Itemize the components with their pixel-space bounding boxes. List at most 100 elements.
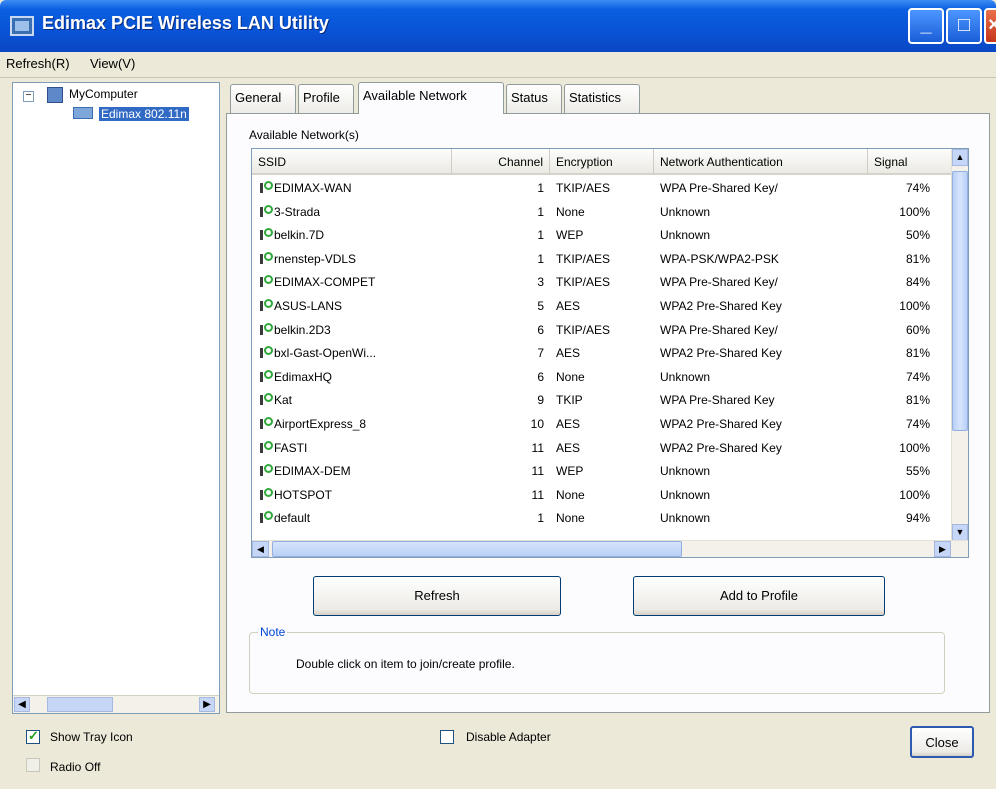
cell-ssid: default: [274, 511, 311, 526]
tree-node-root[interactable]: MyComputer: [69, 87, 138, 101]
column-channel[interactable]: Channel: [452, 149, 550, 175]
list-horizontal-scrollbar[interactable]: ◀ ▶: [252, 540, 968, 557]
disable-adapter-checkbox[interactable]: [440, 730, 454, 744]
scroll-left-icon[interactable]: ◀: [14, 697, 30, 712]
table-row[interactable]: bxl-Gast-OpenWi... 7 AES WPA2 Pre-Shared Ke…: [252, 342, 952, 366]
cell-ssid: 3-Strada: [274, 204, 321, 219]
table-row[interactable]: 3-Strada 1 None Unknown 100%: [252, 201, 952, 225]
cell-channel: 1: [537, 511, 544, 526]
cell-signal: 81%: [905, 393, 930, 408]
scroll-right-icon[interactable]: ▶: [199, 697, 215, 712]
menu-refresh[interactable]: Refresh(R): [6, 56, 70, 71]
column-ssid[interactable]: SSID: [252, 149, 452, 175]
close-button[interactable]: Close: [910, 726, 974, 758]
cell-encryption: None: [556, 487, 585, 502]
tab-profile[interactable]: Profile: [298, 84, 354, 114]
disable-adapter-label: Disable Adapter: [466, 730, 551, 744]
cell-signal: 55%: [905, 464, 930, 479]
cell-encryption: WEP: [556, 228, 584, 243]
cell-signal: 100%: [899, 299, 930, 313]
app-icon: [10, 16, 34, 36]
refresh-button[interactable]: Refresh: [313, 576, 561, 616]
wifi-signal-icon: [260, 275, 273, 289]
wifi-signal-icon: [260, 346, 273, 360]
cell-ssid: EDIMAX-WAN: [274, 181, 352, 195]
table-row[interactable]: HOTSPOT 11 None Unknown 100%: [252, 484, 952, 508]
cell-channel: 1: [537, 181, 544, 195]
column-encryption[interactable]: Encryption: [550, 149, 654, 175]
show-tray-icon-checkbox[interactable]: [26, 728, 40, 744]
cell-auth: WPA2 Pre-Shared Key: [660, 440, 782, 455]
table-row[interactable]: AirportExpress_8 10 AES WPA2 Pre-Shared Key…: [252, 413, 952, 437]
cell-channel: 7: [537, 346, 544, 361]
table-row[interactable]: ASUS-LANS 5 AES WPA2 Pre-Shared Key 100%: [252, 295, 952, 319]
adapter-icon: [73, 107, 93, 119]
column-signal[interactable]: Signal: [868, 149, 952, 175]
maximize-button[interactable]: □: [946, 8, 982, 44]
cell-channel: 11: [531, 440, 544, 455]
cell-auth: Unknown: [660, 204, 711, 219]
table-row[interactable]: EDIMAX-WAN 1 TKIP/AES WPA Pre-Shared Key/74…: [252, 177, 952, 201]
table-row[interactable]: EdimaxHQ 6 None Unknown 74%: [252, 366, 952, 390]
table-row[interactable]: Kat 9 TKIP WPA Pre-Shared Key 81%: [252, 389, 952, 413]
cell-signal: 60%: [905, 322, 930, 337]
scroll-up-icon[interactable]: ▲: [952, 149, 968, 166]
maximize-icon: □: [957, 14, 971, 36]
tab-statistics[interactable]: Statistics: [564, 84, 640, 114]
cell-auth: WPA Pre-Shared Key/: [660, 322, 778, 337]
cell-ssid: HOTSPOT: [274, 487, 333, 502]
list-vscroll-thumb[interactable]: [952, 171, 968, 431]
network-list[interactable]: SSID Channel Encryption Network Authenti…: [251, 148, 969, 558]
cell-auth: WPA2 Pre-Shared Key: [660, 299, 782, 313]
cell-signal: 74%: [905, 181, 930, 195]
scroll-right-icon[interactable]: ▶: [934, 541, 951, 557]
wifi-signal-icon: [260, 369, 273, 384]
tab-available-network[interactable]: Available Network: [358, 82, 504, 114]
scroll-down-icon[interactable]: ▼: [952, 524, 968, 541]
scroll-left-icon[interactable]: ◀: [252, 541, 269, 557]
list-vertical-scrollbar[interactable]: ▲ ▼: [951, 149, 968, 541]
radio-off-checkbox[interactable]: [26, 758, 40, 772]
close-window-button[interactable]: ×: [984, 8, 996, 44]
cell-ssid: belkin.2D3: [274, 322, 331, 337]
cell-encryption: TKIP/AES: [556, 275, 611, 290]
wifi-signal-icon: [260, 204, 273, 219]
wifi-signal-icon: [260, 417, 273, 431]
column-auth[interactable]: Network Authentication: [654, 149, 868, 175]
cell-channel: 11: [531, 487, 544, 502]
cell-signal: 100%: [899, 204, 930, 219]
wifi-signal-icon: [260, 228, 273, 242]
table-row[interactable]: FASTI 11 AES WPA2 Pre-Shared Key 100%: [252, 437, 952, 461]
cell-encryption: AES: [556, 346, 581, 361]
table-row[interactable]: EDIMAX-DEM 11 WEP Unknown 55%: [252, 460, 952, 484]
tree-horizontal-scrollbar[interactable]: ◀ ▶: [13, 695, 219, 713]
collapse-icon[interactable]: −: [23, 91, 34, 102]
cell-channel: 6: [537, 369, 544, 384]
adapter-tree: − MyComputer Edimax 802.11n ◀ ▶: [12, 82, 220, 714]
tab-status[interactable]: Status: [506, 84, 562, 114]
title-bar[interactable]: Edimax PCIE Wireless LAN Utility _ □ ×: [0, 0, 996, 52]
cell-signal: 81%: [905, 346, 930, 361]
table-row[interactable]: rnenstep-VDLS 1 TKIP/AES WPA-PSK/WPA2-PSK 81…: [252, 248, 952, 272]
table-row[interactable]: EDIMAX-COMPET 3 TKIP/AES WPA Pre-Shared Key…: [252, 271, 952, 295]
cell-auth: WPA2 Pre-Shared Key: [660, 417, 782, 431]
cell-signal: 100%: [899, 440, 930, 455]
tree-scroll-thumb[interactable]: [47, 697, 113, 712]
minimize-icon: _: [920, 14, 932, 36]
minimize-button[interactable]: _: [908, 8, 944, 44]
menu-view[interactable]: View(V): [90, 56, 135, 71]
cell-channel: 1: [537, 228, 544, 243]
cell-encryption: AES: [556, 417, 581, 431]
list-hscroll-thumb[interactable]: [272, 541, 682, 557]
add-to-profile-button[interactable]: Add to Profile: [633, 576, 885, 616]
cell-encryption: TKIP/AES: [556, 181, 611, 195]
wifi-signal-icon: [260, 393, 273, 407]
table-row[interactable]: default 1 None Unknown 94%: [252, 507, 952, 531]
table-row[interactable]: belkin.7D 1 WEP Unknown 50%: [252, 224, 952, 248]
show-tray-icon-label: Show Tray Icon: [50, 730, 133, 744]
wifi-signal-icon: [260, 487, 273, 502]
cell-ssid: belkin.7D: [274, 228, 325, 243]
tree-node-adapter[interactable]: Edimax 802.11n: [99, 107, 189, 121]
table-row[interactable]: belkin.2D3 6 TKIP/AES WPA Pre-Shared Key/60…: [252, 319, 952, 343]
tab-general[interactable]: General: [230, 84, 296, 114]
